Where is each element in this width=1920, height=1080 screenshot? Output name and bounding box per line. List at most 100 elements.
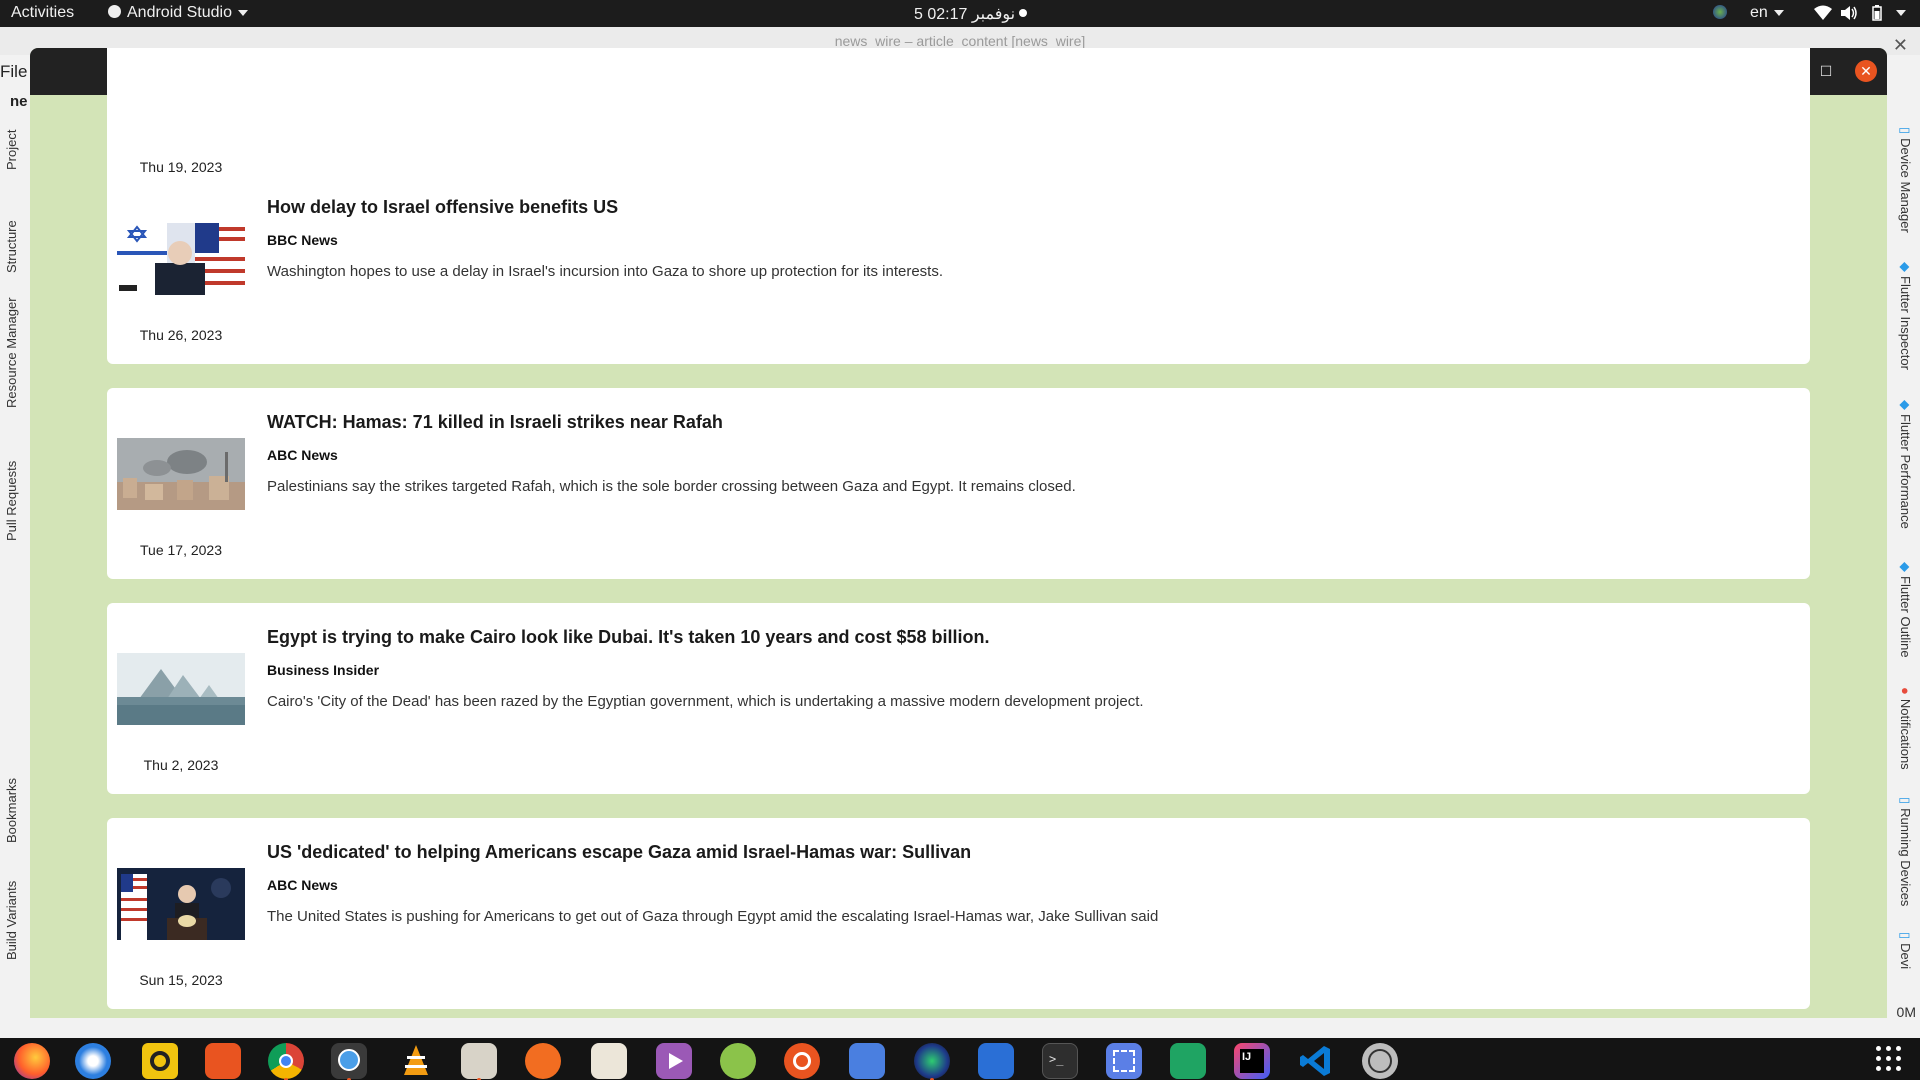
screenshot-icon[interactable] <box>1106 1043 1142 1079</box>
language-indicator[interactable]: en <box>1750 4 1784 22</box>
tool-tab-flutter-inspector[interactable]: ◆ Flutter Inspector <box>1897 262 1913 370</box>
article-date: Thu 2, 2023 <box>143 757 219 773</box>
article-source: Business Insider <box>267 662 380 678</box>
article-card[interactable]: WATCH: Hamas: 71 killed in Israeli strik… <box>107 388 1810 579</box>
article-thumbnail[interactable] <box>117 653 245 725</box>
article-headline[interactable]: How delay to Israel offensive benefits U… <box>267 197 618 218</box>
battery-icon[interactable] <box>1872 5 1882 26</box>
article-description: Cairo's 'City of the Dead' has been raze… <box>267 693 1144 710</box>
show-apps-icon[interactable] <box>1876 1046 1902 1072</box>
device-icon: ▯ <box>1898 932 1913 940</box>
language-label: en <box>1750 4 1768 21</box>
power-menu[interactable] <box>1890 4 1906 22</box>
article-card[interactable]: How delay to Israel offensive benefits U… <box>107 173 1810 364</box>
tool-tab-flutter-performance[interactable]: ◆ Flutter Performance <box>1897 400 1913 529</box>
chevron-down-icon <box>237 9 248 16</box>
terminal-icon[interactable]: >_ <box>1042 1043 1078 1079</box>
article-card[interactable]: US 'dedicated' to helping Americans esca… <box>107 818 1810 1009</box>
files-icon[interactable] <box>461 1043 497 1080</box>
chrome-indicator-icon[interactable] <box>1713 5 1727 19</box>
tool-tab-notifications[interactable]: ● Notifications <box>1898 687 1913 770</box>
firefox-icon[interactable] <box>14 1043 50 1079</box>
flutter-icon: ◆ <box>1898 562 1913 572</box>
dock: >_ IJ <box>0 1038 1920 1080</box>
todo-icon[interactable] <box>849 1043 885 1079</box>
article-date: Sun 15, 2023 <box>139 972 223 988</box>
ide-project-label[interactable]: ne <box>10 93 30 110</box>
article-description: The United States is pushing for America… <box>267 908 1159 925</box>
video-player-icon[interactable] <box>656 1043 692 1079</box>
article-thumbnail[interactable] <box>117 438 245 510</box>
article-date: Thu 26, 2023 <box>139 327 223 343</box>
chrome-icon[interactable] <box>268 1043 304 1080</box>
tool-tab-label: Flutter Performance <box>1898 414 1913 529</box>
tool-tab-flutter-outline[interactable]: ◆ Flutter Outline <box>1897 562 1913 658</box>
ide-left-tool-strip: Project Structure Resource Manager Pull … <box>0 118 28 1018</box>
app-menu-label: Android Studio <box>127 4 232 21</box>
tool-tab-label: Device Manager <box>1898 138 1913 233</box>
tool-tab-pull-requests[interactable]: Pull Requests <box>4 461 19 541</box>
volume-icon[interactable] <box>1840 5 1858 26</box>
ubuntu-icon[interactable] <box>784 1043 820 1079</box>
android-studio-icon[interactable] <box>331 1043 367 1080</box>
article-headline[interactable]: WATCH: Hamas: 71 killed in Israeli strik… <box>267 412 723 433</box>
article-date: Tue 17, 2023 <box>140 542 222 558</box>
flutter-icon: ◆ <box>1898 400 1913 410</box>
article-source: ABC News <box>267 877 338 893</box>
ide-right-tool-strip: ▯ Device Manager ◆ Flutter Inspector ◆ Flut… <box>1888 92 1920 992</box>
tool-tab-label: Running Devices <box>1898 808 1913 907</box>
device-icon: ▯ <box>1898 797 1913 805</box>
article-thumbnail[interactable] <box>117 868 245 940</box>
tool-tab-device-manager[interactable]: ▯ Device Manager <box>1897 127 1913 233</box>
calc-icon[interactable] <box>1170 1043 1206 1079</box>
close-button[interactable]: ✕ <box>1855 60 1877 82</box>
clock[interactable]: 5 نوفمبر 02:17 <box>914 4 1015 24</box>
ide-menu-file[interactable]: File <box>0 62 27 82</box>
ide-close-icon[interactable]: ✕ <box>1893 35 1908 56</box>
inkscape-icon[interactable] <box>525 1043 561 1079</box>
gnome-boxes-icon[interactable] <box>720 1043 756 1079</box>
rhythmbox-icon[interactable] <box>142 1043 178 1079</box>
tool-tab-label: Devi <box>1898 943 1913 970</box>
app-menu[interactable]: Android Studio <box>108 4 248 22</box>
memory-indicator[interactable]: 0M <box>1897 1004 1916 1020</box>
maximize-button[interactable]: ☐ <box>1815 60 1837 82</box>
tool-tab-bookmarks[interactable]: Bookmarks <box>4 778 19 843</box>
darktable-icon[interactable] <box>914 1043 950 1080</box>
activities-button[interactable]: Activities <box>11 4 74 22</box>
notification-dot-icon <box>1019 9 1027 17</box>
android-studio-small-icon <box>108 5 121 18</box>
article-source: BBC News <box>267 232 338 248</box>
intellij-label: IJ <box>1240 1049 1264 1073</box>
chevron-down-icon <box>1896 9 1906 16</box>
system-top-bar: Activities Android Studio 5 نوفمبر 02:17… <box>0 0 1920 27</box>
article-description: Washington hopes to use a delay in Israe… <box>267 263 944 280</box>
tool-tab-devi[interactable]: ▯ Devi <box>1897 932 1913 969</box>
tool-tab-label: Notifications <box>1898 698 1913 770</box>
article-headline[interactable]: Egypt is trying to make Cairo look like … <box>267 627 990 648</box>
article-source: ABC News <box>267 447 338 463</box>
tool-tab-structure[interactable]: Structure <box>4 220 19 273</box>
device-icon: ▯ <box>1898 127 1913 135</box>
vlc-icon[interactable] <box>398 1043 434 1079</box>
app-center-icon[interactable] <box>205 1043 241 1079</box>
tool-tab-resource-manager[interactable]: Resource Manager <box>4 297 19 408</box>
article-card[interactable]: Egypt is trying to make Cairo look like … <box>107 603 1810 794</box>
article-headline[interactable]: US 'dedicated' to helping Americans esca… <box>267 842 971 863</box>
thunderbird-icon[interactable] <box>75 1043 111 1079</box>
chevron-down-icon <box>1773 9 1784 16</box>
vscode-icon[interactable] <box>1298 1043 1334 1079</box>
ide-status-bar <box>0 1018 1920 1038</box>
intellij-icon[interactable]: IJ <box>1234 1043 1270 1079</box>
software-updater-icon[interactable] <box>1362 1043 1398 1079</box>
app-window: news_wire – ☐ ✕ Thu 19, 2023 <box>30 48 1887 1018</box>
tool-tab-project[interactable]: Project <box>4 130 19 170</box>
wifi-icon[interactable] <box>1814 5 1832 26</box>
document-viewer-icon[interactable] <box>591 1043 627 1079</box>
tool-tab-running-devices[interactable]: ▯ Running Devices <box>1897 797 1913 906</box>
writer-icon[interactable] <box>978 1043 1014 1079</box>
article-description: Palestinians say the strikes targeted Ra… <box>267 478 1076 495</box>
article-thumbnail[interactable] <box>117 223 245 295</box>
tool-tab-build-variants[interactable]: Build Variants <box>4 881 19 960</box>
bell-icon: ● <box>1898 687 1913 695</box>
